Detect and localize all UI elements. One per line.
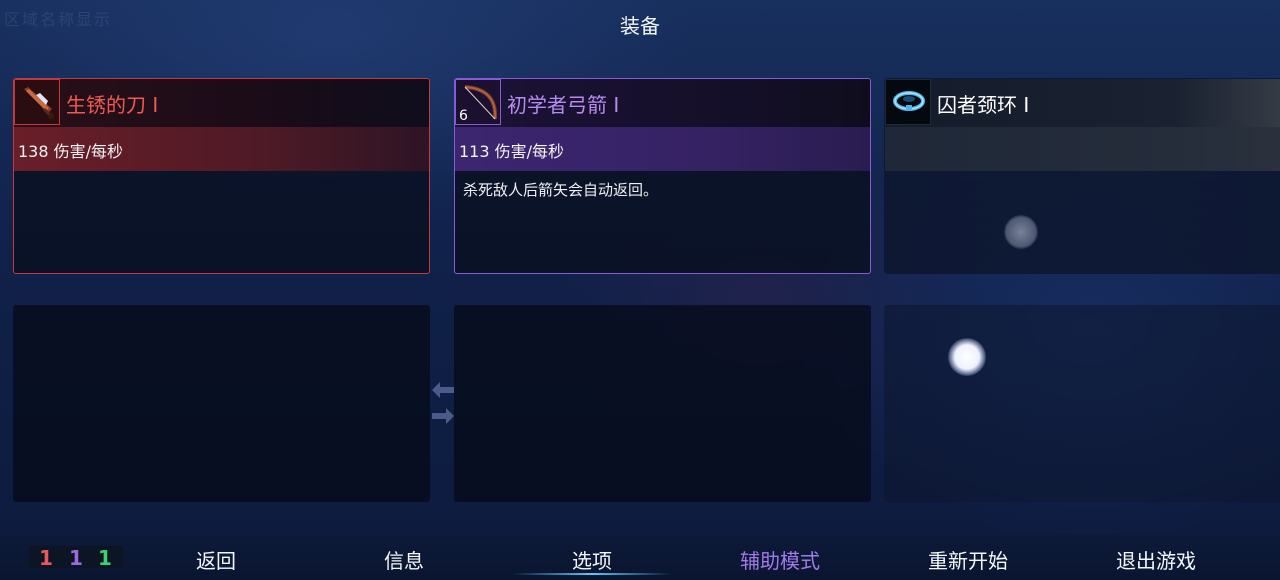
equipment-slot-melee[interactable]: 生锈的刀 Ⅰ 138 伤害/每秒 [13,78,430,274]
equipment-screen: 区域名称显示 装备 生锈的刀 Ⅰ 138 伤害/每秒 6 初学者弓箭 Ⅰ 113… [0,0,1280,580]
page-title: 装备 [620,14,660,38]
cursor-glow [1004,215,1038,249]
survival-counter: 1 [98,546,112,570]
brutality-counter: 1 [39,546,53,570]
slot-header: 囚者颈环 Ⅰ [885,79,1280,127]
bow-icon: 6 [455,79,501,125]
stat-row [885,127,1280,171]
scroll-counters: 1 1 1 [29,546,123,570]
cursor-glow [948,338,986,376]
item-description: 杀死敌人后箭矢会自动返回。 [463,181,659,199]
stat-row: 138 伤害/每秒 [14,127,429,171]
swap-arrows-icon[interactable] [430,378,456,428]
menu-back[interactable]: 返回 [136,545,296,573]
slot-header: 生锈的刀 Ⅰ [14,79,429,127]
collar-icon [885,79,931,125]
menu-assist-mode[interactable]: 辅助模式 [700,545,860,573]
equipment-slot-ranged[interactable]: 6 初学者弓箭 Ⅰ 113 伤害/每秒 杀死敌人后箭矢会自动返回。 [454,78,871,274]
item-name: 囚者颈环 Ⅰ [937,93,1030,117]
tactics-counter: 1 [69,546,83,570]
rusty-blade-icon [14,79,60,125]
item-name: 初学者弓箭 Ⅰ [507,93,620,117]
item-dps: 113 伤害/每秒 [459,142,565,161]
equipment-slot-amulet[interactable]: 囚者颈环 Ⅰ [884,78,1280,274]
item-level: 6 [459,108,468,124]
stat-row: 113 伤害/每秒 [455,127,870,171]
item-dps: 138 伤害/每秒 [18,142,124,161]
menu-quit[interactable]: 退出游戏 [1076,545,1236,573]
menu-options[interactable]: 选项 [502,541,682,575]
menu-restart[interactable]: 重新开始 [888,545,1048,573]
menu-info[interactable]: 信息 [324,545,484,573]
equipment-slot-skill-left[interactable] [13,305,430,502]
equipment-slot-skill-right[interactable] [454,305,871,502]
slot-header: 6 初学者弓箭 Ⅰ [455,79,870,127]
equipment-slot-backpack[interactable] [884,305,1280,502]
item-name: 生锈的刀 Ⅰ [66,93,159,117]
